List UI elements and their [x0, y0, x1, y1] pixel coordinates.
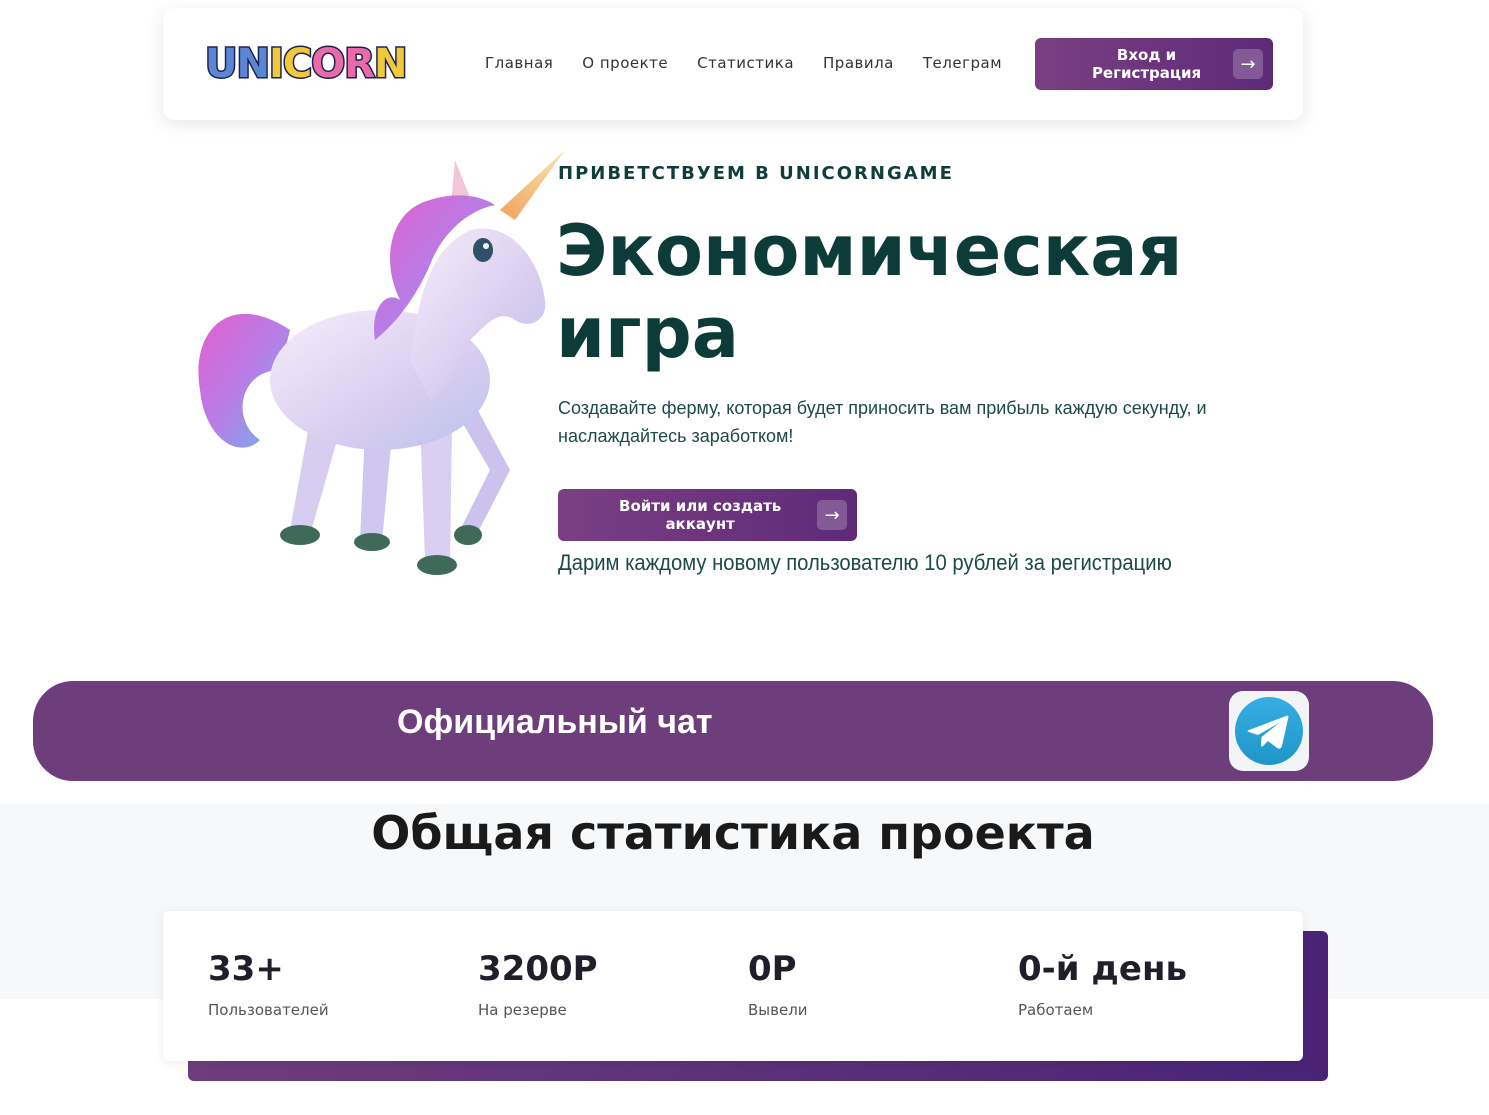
stat-withdrawn: 0Р Вывели — [748, 947, 808, 1019]
unicorn-illustration — [198, 150, 565, 575]
hero-description: Создавайте ферму, которая будет приносит… — [558, 398, 1207, 446]
hero-title-line2: игра — [556, 292, 739, 374]
nav-item-home[interactable]: Главная — [485, 52, 553, 74]
stat-users: 33+ Пользователей — [208, 947, 329, 1019]
stat-value: 3200Р — [478, 949, 598, 989]
hero-title: Экономическая игра — [556, 210, 1256, 374]
page: UNICORN Главная О проекте Статистика Пра… — [0, 0, 1489, 1115]
stat-label: Работаем — [1018, 1001, 1094, 1019]
logo-letter: N — [373, 40, 410, 89]
logo-letter: N — [235, 40, 272, 89]
login-create-account-button[interactable]: Войти или создать аккаунт → — [558, 489, 857, 541]
stat-reserve: 3200Р На резерве — [478, 947, 598, 1019]
login-register-button[interactable]: Вход и Регистрация → — [1035, 38, 1273, 90]
logo-letter: R — [343, 40, 377, 89]
arrow-right-icon: → — [817, 500, 847, 530]
stat-label: Пользователей — [208, 1001, 329, 1019]
logo-letter: C — [281, 40, 313, 89]
stat-value: 0-й день — [1018, 949, 1187, 989]
nav-item-telegram[interactable]: Телеграм — [923, 52, 1002, 74]
stat-label: Вывели — [748, 1001, 808, 1019]
hero-title-line1: Экономическая — [556, 210, 1183, 292]
stats-title: Общая статистика проекта — [371, 806, 1095, 860]
unicorn-logo[interactable]: UNICORN — [203, 38, 410, 90]
stat-label: На резерве — [478, 1001, 567, 1019]
stat-value: 33+ — [208, 949, 284, 989]
stats-card: 33+ Пользователей 3200Р На резерве 0Р Вы… — [163, 911, 1303, 1061]
stat-value: 0Р — [748, 949, 797, 989]
site-header: UNICORN Главная О проекте Статистика Пра… — [163, 8, 1303, 120]
login-create-account-label: Войти или создать аккаунт — [619, 497, 782, 533]
logo-letter: O — [310, 40, 347, 89]
official-chat-title: Официальный чат — [397, 703, 713, 741]
registration-bonus-text: Дарим каждому новому пользователю 10 руб… — [558, 550, 1172, 575]
arrow-right-icon: → — [1233, 49, 1263, 79]
telegram-button[interactable] — [1229, 691, 1309, 771]
logo-letter: U — [203, 40, 239, 89]
login-register-label: Вход и Регистрация — [1091, 46, 1202, 82]
telegram-icon — [1235, 697, 1303, 765]
nav-item-about[interactable]: О проекте — [582, 52, 668, 74]
official-chat-banner[interactable]: Официальный чат — [33, 681, 1433, 781]
main-nav: Главная О проекте Статистика Правила Тел… — [485, 52, 1031, 74]
stat-days-working: 0-й день Работаем — [1018, 947, 1187, 1019]
nav-item-rules[interactable]: Правила — [823, 52, 894, 74]
hero-kicker: ПРИВЕТСТВУЕМ В UNICORNGAME — [558, 163, 954, 184]
logo-letter: I — [267, 40, 285, 89]
nav-item-statistics[interactable]: Статистика — [697, 52, 794, 74]
